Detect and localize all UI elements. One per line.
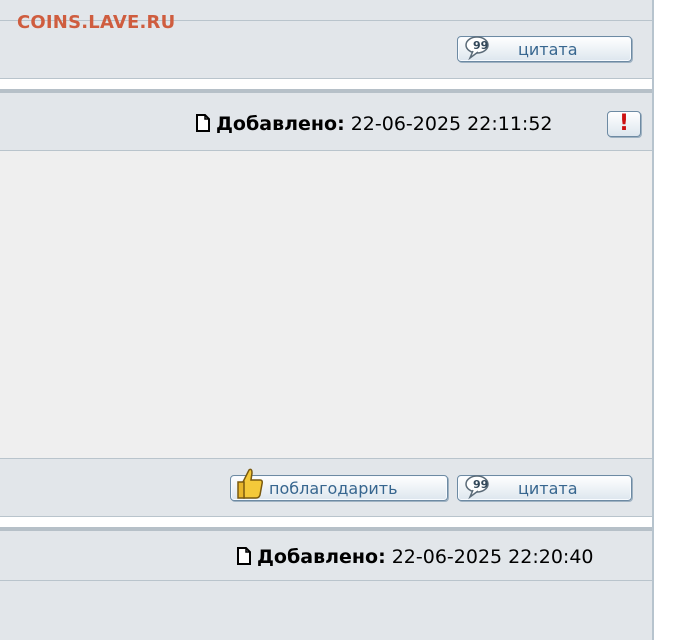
post-date: Добавлено: 22-06-2025 22:11:52: [196, 113, 553, 137]
added-time: 22-06-2025 22:11:52: [350, 113, 553, 135]
quote-button-label: цитата: [518, 479, 578, 498]
added-time: 22-06-2025 22:20:40: [391, 546, 594, 568]
thank-button[interactable]: поблагодарить: [230, 468, 448, 501]
svg-text:99: 99: [473, 39, 488, 52]
speech-bubble-icon: 99: [464, 35, 494, 65]
exclamation-icon: !: [618, 111, 630, 136]
added-label: Добавлено:: [216, 113, 345, 135]
svg-text:99: 99: [473, 478, 488, 491]
post-date: Добавлено: 22-06-2025 22:20:40: [237, 546, 594, 570]
thumbs-up-icon: [235, 466, 265, 504]
thank-button-label: поблагодарить: [269, 479, 398, 498]
quote-button[interactable]: 99 цитата: [457, 36, 632, 62]
post-gap: [0, 517, 652, 527]
post-gap: [0, 79, 652, 88]
site-logo: COINS.LAVE.RU: [17, 12, 176, 33]
quote-button[interactable]: 99 цитата: [457, 475, 632, 501]
post-body: [0, 581, 652, 640]
document-icon: [196, 114, 210, 137]
post-body: [0, 151, 652, 458]
quote-button-label: цитата: [518, 40, 578, 59]
added-label: Добавлено:: [257, 546, 386, 568]
document-icon: [237, 547, 251, 570]
speech-bubble-icon: 99: [464, 474, 494, 504]
report-button[interactable]: !: [607, 111, 641, 137]
